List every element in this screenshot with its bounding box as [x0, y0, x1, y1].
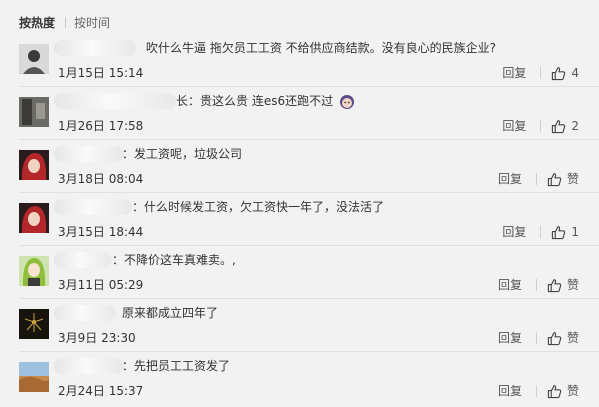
comment-item: ：什么时候发工资，欠工资快一年了，没法活了 3月15日 18:44 回复 1 [0, 193, 599, 246]
comment-text: ：不降价这车真难卖。, [112, 253, 236, 267]
username-blurred[interactable] [54, 40, 136, 56]
comment-time: 1月15日 15:14 [58, 66, 144, 80]
comment-item: ：不降价这车真难卖。, 3月11日 05:29 回复 赞 [0, 246, 599, 299]
comment-actions: 回复 赞 [498, 170, 579, 188]
comment-item: 原来都成立四年了 3月9日 23:30 回复 赞 [0, 299, 599, 352]
like-count: 赞 [566, 331, 579, 345]
red-hair-avatar-icon[interactable] [19, 203, 49, 233]
reply-button[interactable]: 回复 [502, 64, 526, 82]
reply-button[interactable]: 回复 [498, 329, 522, 347]
like-count: 1 [571, 225, 579, 239]
sort-bar: 按热度 按时间 [19, 13, 110, 31]
like-button[interactable]: 4 [551, 64, 579, 82]
comment-text: 原来都成立四年了 [122, 306, 219, 320]
fireworks-avatar-icon[interactable] [19, 309, 49, 339]
thumbs-up-icon [552, 225, 566, 239]
action-divider [535, 173, 537, 185]
action-divider [540, 226, 542, 238]
action-divider [535, 385, 537, 397]
comment-actions: 回复 赞 [498, 382, 579, 400]
thumbs-up-icon [547, 172, 562, 186]
action-divider [535, 332, 537, 344]
comment-text: ：发工资呢，垃圾公司 [122, 147, 243, 161]
like-count: 4 [571, 66, 579, 80]
username-blurred[interactable] [54, 358, 124, 374]
sort-by-time-tab[interactable]: 按时间 [74, 14, 110, 31]
like-count: 赞 [566, 278, 579, 292]
reply-button[interactable]: 回复 [498, 382, 522, 400]
comment-time: 3月9日 23:30 [58, 331, 136, 345]
like-button[interactable]: 1 [551, 223, 579, 241]
comment-time: 1月26日 17:58 [58, 119, 144, 133]
comment-actions: 回复 4 [502, 64, 579, 82]
thumbs-up-icon [552, 119, 566, 133]
username-blurred[interactable] [54, 252, 112, 268]
thumbs-up-icon [547, 331, 562, 345]
like-button[interactable]: 赞 [547, 329, 579, 347]
dark-room-avatar-icon[interactable] [19, 97, 49, 127]
reply-button[interactable]: 回复 [502, 223, 526, 241]
reply-button[interactable]: 回复 [502, 117, 526, 135]
face-emoji-icon [339, 94, 354, 109]
comment-time: 2月24日 15:37 [58, 384, 144, 398]
thumbs-up-icon [547, 384, 562, 398]
like-count: 2 [571, 119, 579, 133]
like-count: 赞 [566, 384, 579, 398]
username-blurred[interactable] [54, 305, 116, 321]
reply-button[interactable]: 回复 [498, 276, 522, 294]
comment-time: 3月15日 18:44 [58, 225, 144, 239]
red-hair-avatar-icon[interactable] [19, 150, 49, 180]
comment-text: ：先把员工工资发了 [122, 359, 231, 373]
like-button[interactable]: 赞 [547, 382, 579, 400]
comment-actions: 回复 赞 [498, 329, 579, 347]
sort-divider [65, 16, 67, 28]
sort-by-hot-tab[interactable]: 按热度 [19, 14, 55, 31]
comment-actions: 回复 2 [502, 117, 579, 135]
comment-text: 长：贵这么贵 连es6还跑不过 [176, 92, 355, 110]
username-blurred[interactable] [54, 93, 176, 109]
thumbs-up-icon [547, 278, 562, 292]
comment-time: 3月18日 08:04 [58, 172, 144, 186]
like-button[interactable]: 赞 [547, 276, 579, 294]
like-button[interactable]: 赞 [547, 170, 579, 188]
comment-time: 3月11日 05:29 [58, 278, 144, 292]
person-avatar-icon[interactable] [19, 44, 49, 74]
action-divider [535, 279, 537, 291]
comment-text: 吹什么牛逼 拖欠员工工资 不给供应商结款。没有良心的民族企业? [146, 41, 497, 55]
comment-text: ：什么时候发工资，欠工资快一年了，没法活了 [132, 200, 385, 214]
comment-item: ：发工资呢，垃圾公司 3月18日 08:04 回复 赞 [0, 140, 599, 193]
desert-avatar-icon[interactable] [19, 362, 49, 392]
action-divider [540, 67, 542, 79]
reply-button[interactable]: 回复 [498, 170, 522, 188]
anime-girl-avatar-icon[interactable] [19, 256, 49, 286]
comment-actions: 回复 赞 [498, 276, 579, 294]
comment-item: 吹什么牛逼 拖欠员工工资 不给供应商结款。没有良心的民族企业? 1月15日 15… [0, 34, 599, 87]
action-divider [540, 120, 542, 132]
thumbs-up-icon [552, 66, 566, 80]
like-count: 赞 [566, 172, 579, 186]
like-button[interactable]: 2 [551, 117, 579, 135]
username-blurred[interactable] [54, 146, 124, 162]
comment-text-content: 长：贵这么贵 连es6还跑不过 [176, 94, 334, 108]
username-blurred[interactable] [54, 199, 132, 215]
comment-item: ：先把员工工资发了 2月24日 15:37 回复 赞 [0, 352, 599, 405]
comment-actions: 回复 1 [502, 223, 579, 241]
comment-item: 长：贵这么贵 连es6还跑不过 1月26日 17:58 回复 2 [0, 87, 599, 140]
